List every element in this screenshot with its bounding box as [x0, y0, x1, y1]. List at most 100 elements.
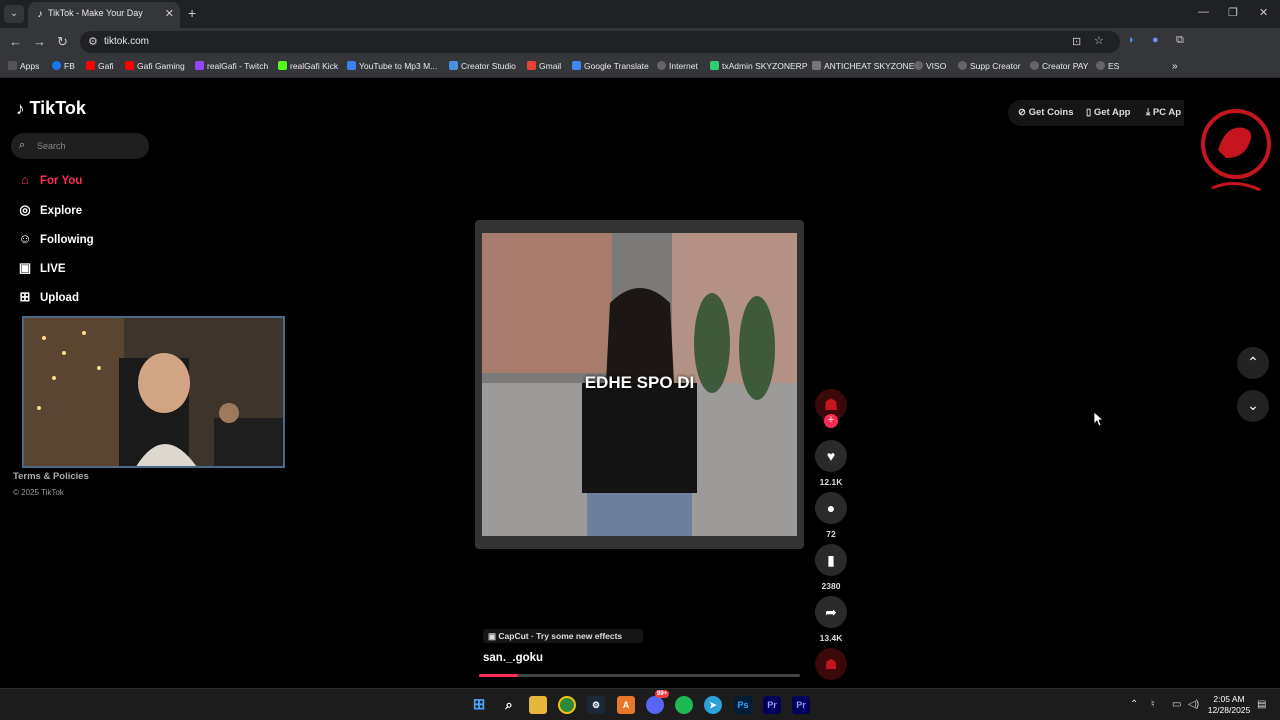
comment-button[interactable]: ● [815, 492, 847, 524]
new-tab-button[interactable]: + [188, 5, 196, 21]
install-app-icon[interactable]: ⊡ [1072, 35, 1081, 48]
bookmark-gafi-gaming[interactable]: Gafi Gaming [125, 61, 185, 71]
video-player[interactable]: EDHE SPO DI [475, 220, 804, 549]
chrome-icon[interactable] [558, 696, 576, 714]
telegram-icon[interactable]: ➤ [704, 696, 722, 714]
webcam-feed-image [24, 318, 283, 466]
terms-link[interactable]: Terms & Policies [13, 471, 89, 482]
next-video-button[interactable]: ⌄ [1237, 390, 1269, 422]
bookmark-twitch[interactable]: realGafi - Twitch [195, 61, 268, 71]
system-clock[interactable]: 2:05 AM 12/28/2025 [1206, 694, 1252, 716]
download-icon [347, 61, 356, 70]
bookmark-viso[interactable]: VISO [914, 61, 946, 71]
notification-icon[interactable]: ▤ [1257, 699, 1266, 710]
phone-icon: ▯ [1086, 107, 1092, 118]
search-taskbar-icon[interactable]: ⌕ [500, 696, 518, 714]
premiere-icon[interactable]: Pr [763, 696, 781, 714]
forward-button[interactable]: → [33, 34, 46, 49]
premiere-icon-2[interactable]: Pr [792, 696, 810, 714]
author-avatar[interactable]: ☗ + [815, 389, 847, 428]
mouse-cursor-icon [1094, 412, 1104, 426]
bookmark-translate[interactable]: Google Translate [572, 61, 649, 71]
share-icon: ➦ [825, 604, 837, 620]
bookmark-gmail[interactable]: Gmail [527, 61, 561, 71]
music-disc[interactable]: ☗ [815, 648, 847, 680]
video-author[interactable]: san._.goku [483, 652, 543, 664]
effect-tag[interactable]: ▣ CapCut · Try some new effects [483, 629, 643, 643]
bookmark-creator-studio[interactable]: Creator Studio [449, 61, 516, 71]
minimize-button[interactable]: — [1198, 6, 1209, 18]
steam-icon[interactable]: ⚙ [587, 696, 605, 714]
globe-icon [1030, 61, 1039, 70]
nav-upload[interactable]: ⊞ Upload [16, 289, 79, 309]
youtube-icon [125, 61, 134, 70]
tiktok-logo[interactable]: ♪ TikTok [16, 98, 86, 119]
file-explorer-icon[interactable] [529, 696, 547, 714]
heart-icon: ♥ [826, 448, 836, 464]
address-bar[interactable]: ⚙ tiktok.com ⊡ ☆ [80, 31, 1120, 53]
bookmark-internet[interactable]: Internet [657, 61, 698, 71]
search-input[interactable]: ⌕ Search [11, 133, 149, 159]
site-info-icon[interactable]: ⚙ [88, 35, 98, 48]
get-app-button[interactable]: ▯ Get App [1086, 107, 1130, 118]
clock-date: 12/28/2025 [1207, 705, 1251, 715]
nav-following[interactable]: ☺ Following [16, 231, 93, 251]
pc-app-button[interactable]: ⤓ PC Ap [1146, 107, 1181, 118]
microphone-icon[interactable]: ♮ [1151, 699, 1155, 710]
bookmark-txadmin[interactable]: txAdmin SKYZONERP [710, 61, 808, 71]
follow-plus-icon[interactable]: + [824, 414, 838, 428]
bookmark-kick[interactable]: realGafi Kick [278, 61, 338, 71]
volume-icon[interactable]: ◁) [1188, 699, 1199, 710]
chevron-up-icon: ⌃ [1247, 354, 1259, 370]
bookmark-creator-pay[interactable]: Creator PAY [1030, 61, 1088, 71]
windows-start-icon[interactable]: ⊞ [470, 696, 488, 714]
bookmark-star-icon[interactable]: ☆ [1094, 34, 1104, 47]
discord-icon[interactable]: 99+ [646, 690, 670, 714]
comment-icon: ● [826, 500, 836, 516]
bookmark-es[interactable]: ES [1096, 61, 1119, 71]
bookmark-supp-creator[interactable]: Supp Creator [958, 61, 1021, 71]
bookmark-fb[interactable]: FB [52, 61, 75, 71]
network-icon[interactable]: ▭ [1172, 699, 1181, 710]
more-bookmarks-icon[interactable]: » [1172, 61, 1178, 72]
share-count: 13.4K [819, 633, 843, 643]
close-tab-icon[interactable]: ✕ [165, 7, 174, 20]
photoshop-icon[interactable]: Ps [734, 696, 752, 714]
nav-explore[interactable]: ◎ Explore [16, 202, 82, 222]
previous-video-button[interactable]: ⌃ [1237, 347, 1269, 379]
video-caption-overlay: EDHE SPO DI [584, 373, 695, 392]
reload-button[interactable]: ↻ [57, 34, 68, 50]
tab-search-button[interactable]: ⌄ [4, 5, 24, 23]
bookmark-apps[interactable]: Apps [8, 61, 39, 71]
profile-extension-icon[interactable]: ● [1152, 34, 1159, 46]
video-progress-bar[interactable] [479, 674, 800, 677]
nav-for-you[interactable]: ⌂ For You [16, 172, 82, 192]
bookmark-youtube-mp3[interactable]: YouTube to Mp3 M... [347, 61, 437, 71]
gmail-icon [527, 61, 536, 70]
close-window-button[interactable]: ✕ [1259, 6, 1268, 19]
bookmark-gafi[interactable]: Gafi [86, 61, 114, 71]
share-button[interactable]: ➦ [815, 596, 847, 628]
globe-icon [657, 61, 666, 70]
extensions-puzzle-icon[interactable]: ⧉ [1176, 34, 1184, 47]
browser-tab[interactable]: ♪ TikTok - Make Your Day ✕ [28, 2, 180, 28]
avatar-image: ☗ [823, 397, 839, 414]
copyright: © 2025 TikTok [13, 488, 64, 497]
app-icon[interactable]: A [617, 696, 635, 714]
search-placeholder: Search [37, 141, 66, 151]
coin-icon: ⊘ [1018, 107, 1026, 118]
facebook-icon [52, 61, 61, 70]
like-button[interactable]: ♥ [815, 440, 847, 472]
tray-overflow-icon[interactable]: ⌃ [1130, 699, 1138, 710]
stream-logo-image [1201, 109, 1271, 192]
back-button[interactable]: ← [9, 34, 22, 49]
bookmark-anticheat[interactable]: ANTICHEAT SKYZONE [812, 61, 914, 71]
extension-icon[interactable]: ◗ [1128, 34, 1135, 46]
get-coins-button[interactable]: ⊘ Get Coins [1018, 107, 1073, 118]
bookmarks-bar: Apps FB Gafi Gafi Gaming realGafi - Twit… [0, 56, 1280, 78]
logo-text: TikTok [29, 98, 86, 118]
restore-button[interactable]: ❐ [1228, 6, 1238, 19]
save-button[interactable]: ▮ [815, 544, 847, 576]
spotify-icon[interactable] [675, 696, 693, 714]
nav-live[interactable]: ▣ LIVE [16, 260, 66, 280]
